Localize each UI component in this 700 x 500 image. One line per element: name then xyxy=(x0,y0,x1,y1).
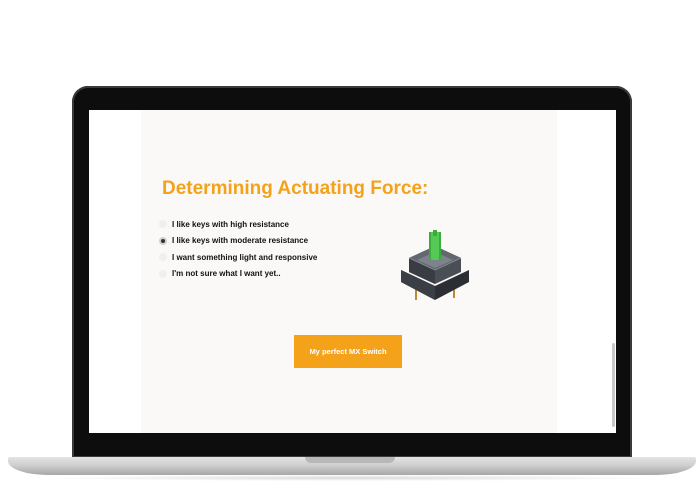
radio-button[interactable] xyxy=(159,236,167,245)
force-options: I like keys with high resistance I like … xyxy=(159,216,317,282)
laptop-shadow xyxy=(40,475,660,481)
laptop-notch xyxy=(305,457,395,463)
option-high-resistance[interactable]: I like keys with high resistance xyxy=(159,216,317,233)
laptop-mockup: Determining Actuating Force: I like keys… xyxy=(0,0,700,500)
option-label: I like keys with high resistance xyxy=(172,219,289,229)
scrollbar-thumb[interactable] xyxy=(612,343,615,427)
scrollbar[interactable] xyxy=(610,110,616,433)
quiz-page: Determining Actuating Force: I like keys… xyxy=(141,110,557,433)
option-moderate-resistance[interactable]: I like keys with moderate resistance xyxy=(159,233,317,250)
submit-button[interactable]: My perfect MX Switch xyxy=(294,335,402,368)
laptop-screen: Determining Actuating Force: I like keys… xyxy=(89,110,616,433)
option-not-sure[interactable]: I'm not sure what I want yet.. xyxy=(159,266,317,283)
option-label: I like keys with moderate resistance xyxy=(172,236,309,246)
radio-button[interactable] xyxy=(159,220,167,229)
option-label: I want something light and responsive xyxy=(172,252,318,262)
option-light-responsive[interactable]: I want something light and responsive xyxy=(159,249,317,266)
mx-switch-image xyxy=(401,230,469,300)
radio-button[interactable] xyxy=(159,269,167,278)
radio-button[interactable] xyxy=(159,253,167,262)
page-title: Determining Actuating Force: xyxy=(162,178,429,199)
option-label: I'm not sure what I want yet.. xyxy=(172,269,281,279)
